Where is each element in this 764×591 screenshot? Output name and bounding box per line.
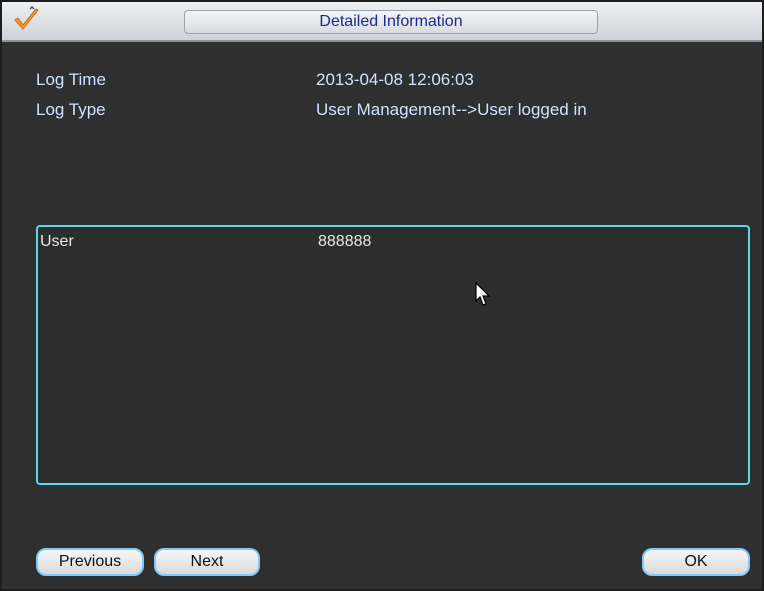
log-time-label: Log Time — [36, 70, 106, 89]
log-type-value: User Management-->User logged in — [316, 100, 587, 119]
title-bar: Detailed Information — [2, 2, 762, 42]
mouse-pointer-icon — [475, 282, 491, 306]
next-button[interactable]: Next — [154, 548, 260, 576]
detail-row-value: 888888 — [318, 233, 372, 250]
detailed-information-window: Detailed Information Log Time 2013-04-08… — [0, 0, 764, 591]
log-time-value: 2013-04-08 12:06:03 — [316, 70, 474, 89]
checkmark-logo-icon — [14, 6, 39, 30]
title-pill: Detailed Information — [184, 10, 598, 34]
ok-button[interactable]: OK — [642, 548, 750, 576]
detail-panel: User 888888 — [36, 225, 750, 485]
detail-row-key: User — [40, 233, 74, 250]
window-title: Detailed Information — [319, 13, 463, 30]
previous-button[interactable]: Previous — [36, 548, 144, 576]
log-type-label: Log Type — [36, 100, 106, 119]
